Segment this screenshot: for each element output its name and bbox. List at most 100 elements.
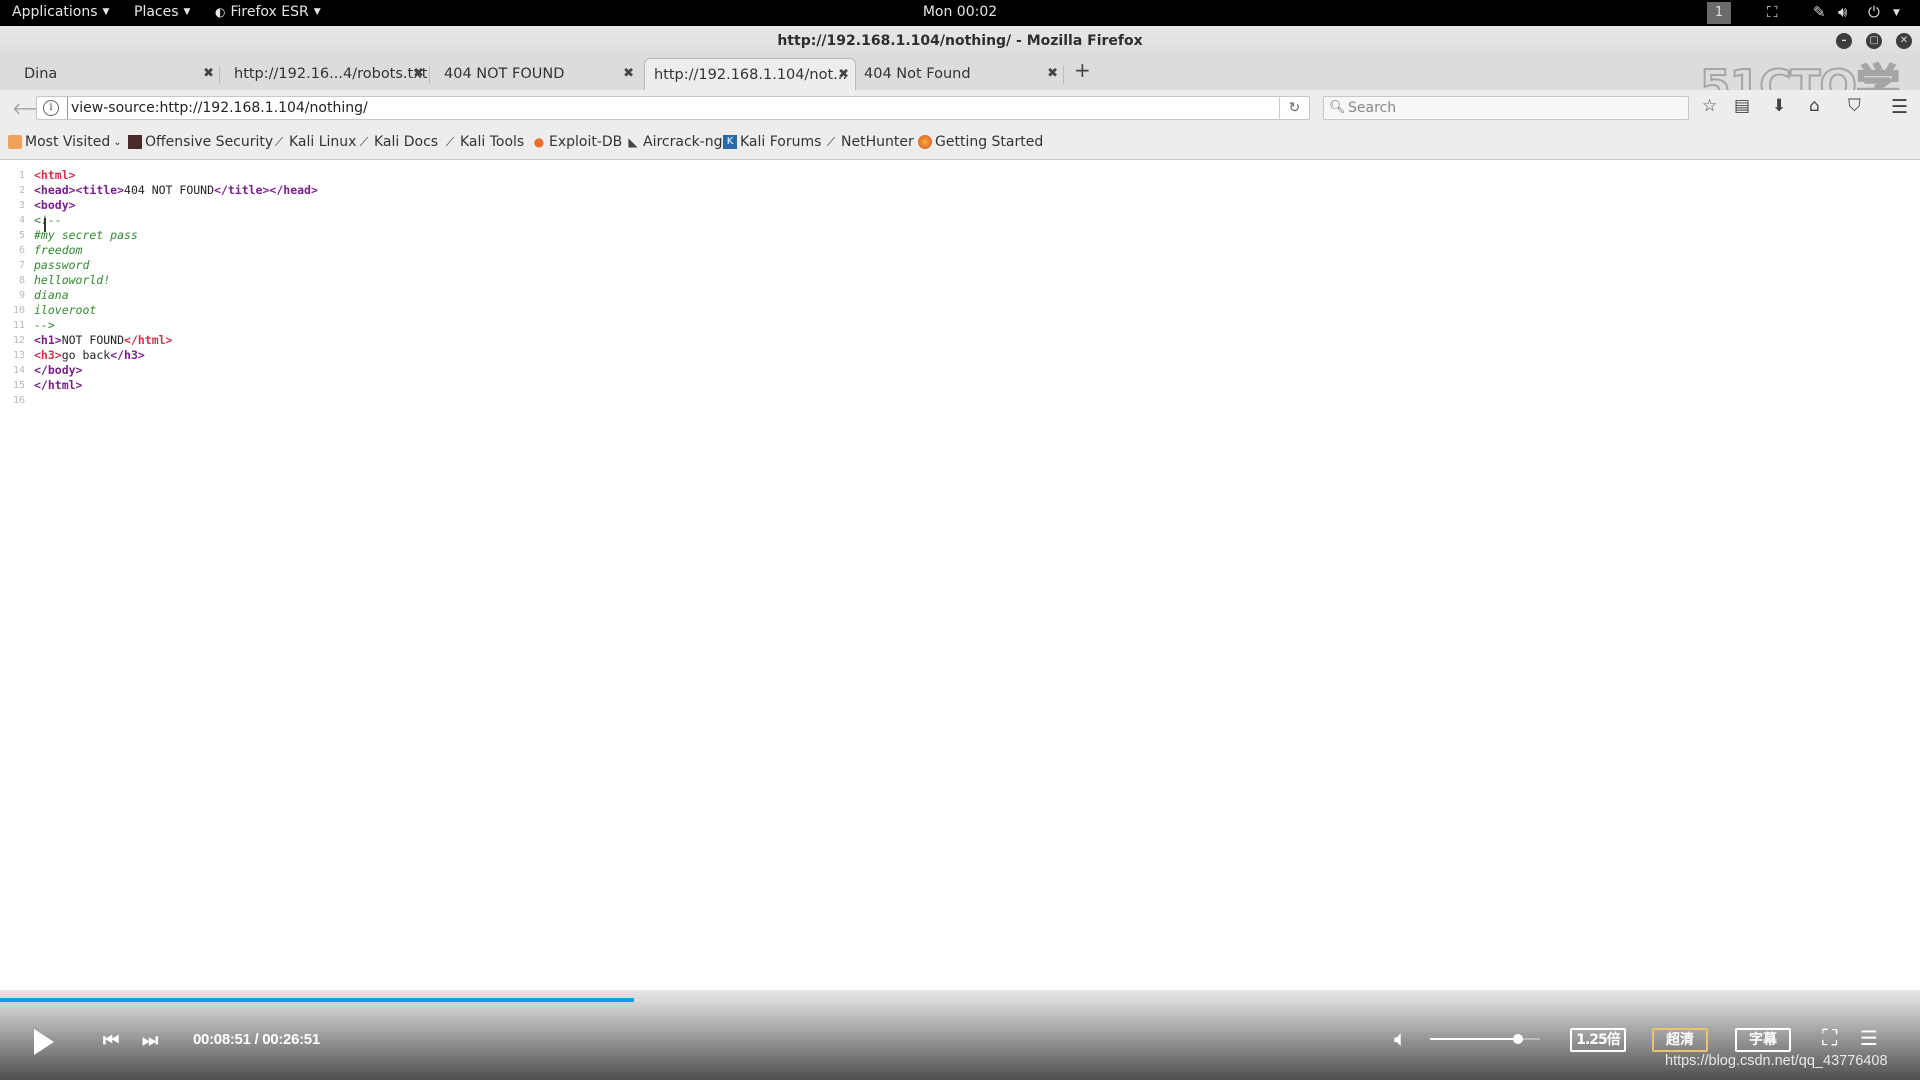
- bookmark-kali-linux[interactable]: ⟋ Kali Linux: [272, 134, 357, 150]
- source-line: 16: [0, 393, 318, 408]
- source-line: 3 <body>: [0, 198, 318, 213]
- close-tab-icon[interactable]: ✖: [203, 58, 214, 90]
- quality-button[interactable]: 超清: [1652, 1028, 1708, 1052]
- caret-down-icon: ▼: [102, 7, 110, 17]
- video-progress-bar[interactable]: [0, 998, 1920, 1002]
- line-number: 2: [18, 185, 25, 196]
- bookmark-kali-tools[interactable]: ⟋ Kali Tools: [443, 134, 524, 150]
- html-tag: </h3>: [110, 348, 145, 362]
- power-icon[interactable]: ⏻: [1868, 3, 1880, 21]
- page-source-view: 1 <html> 2 <head> <title> 404 NOT FOUND </titl…: [0, 160, 1920, 990]
- caret-down-icon[interactable]: ▼: [1893, 8, 1900, 18]
- volume-icon[interactable]: 🔊︎: [1838, 3, 1847, 21]
- previous-icon[interactable]: ⏮: [103, 1030, 119, 1051]
- bookmark-nethunter[interactable]: ⟋ NetHunter: [824, 134, 914, 150]
- text-node: 404 NOT FOUND: [124, 183, 215, 197]
- source-line: 10 iloveroot: [0, 303, 318, 318]
- source-line: 6 freedom: [0, 243, 318, 258]
- tab-404-not-found-upper[interactable]: 404 NOT FOUND ✖: [430, 58, 640, 90]
- bookmark-label: NetHunter: [841, 134, 914, 150]
- tab-label: 404 Not Found: [864, 66, 971, 82]
- video-time: 00:08:51 / 00:26:51: [193, 1031, 320, 1048]
- close-window-button[interactable]: ✕: [1896, 33, 1912, 49]
- playlist-icon[interactable]: ☰: [1860, 1026, 1878, 1050]
- play-icon[interactable]: [34, 1029, 54, 1055]
- bookmark-kali-docs[interactable]: ⟋ Kali Docs: [357, 134, 438, 150]
- volume-icon[interactable]: 🔈︎: [1394, 1027, 1407, 1052]
- tab-dina[interactable]: Dina ✖: [2, 58, 220, 90]
- search-icon: 🔍︎: [1329, 100, 1346, 115]
- source-line: 11 -->: [0, 318, 318, 333]
- line-number: 16: [12, 395, 25, 406]
- volume-slider[interactable]: [1430, 1034, 1540, 1044]
- pocket-icon[interactable]: ⛉: [1848, 96, 1861, 116]
- maximize-button[interactable]: ▢: [1866, 33, 1882, 49]
- line-number: 5: [18, 230, 25, 241]
- home-icon[interactable]: ⌂: [1809, 96, 1820, 116]
- line-number: 14: [12, 365, 25, 376]
- volume-fill: [1430, 1038, 1518, 1040]
- comment-text: #my secret pass: [34, 228, 138, 242]
- bookmark-exploit-db[interactable]: ● Exploit-DB: [532, 134, 623, 150]
- tab-nothing-active[interactable]: http://192.168.1.104/not... ✖: [644, 58, 856, 90]
- line-number: 4: [18, 215, 25, 226]
- tab-404-not-found[interactable]: 404 Not Found ✖: [856, 58, 1064, 90]
- places-menu[interactable]: Places ▼: [134, 4, 190, 20]
- bookmark-most-visited[interactable]: Most Visited ⌄: [8, 134, 122, 150]
- line-number: 3: [18, 200, 25, 211]
- firefox-icon: [918, 135, 932, 149]
- bookmark-getting-started[interactable]: Getting Started: [918, 134, 1043, 150]
- search-placeholder: Search: [1348, 100, 1397, 116]
- line-number: 8: [18, 275, 25, 286]
- bookmark-aircrack-ng[interactable]: ◣ Aircrack-ng: [626, 134, 722, 150]
- line-number: 15: [12, 380, 25, 391]
- site-info-icon[interactable]: i: [43, 100, 59, 116]
- text-node: NOT FOUND: [61, 333, 125, 347]
- reload-icon[interactable]: ↻: [1279, 97, 1309, 119]
- new-tab-button[interactable]: +: [1074, 58, 1091, 82]
- firefox-app-menu[interactable]: ◐ Firefox ESR ▼: [215, 4, 321, 20]
- clock[interactable]: Mon 00:02: [923, 4, 997, 20]
- next-icon[interactable]: ⏭: [142, 1030, 158, 1051]
- bookmark-kali-forums[interactable]: K Kali Forums: [723, 134, 821, 150]
- tab-robots[interactable]: http://192.16...4/robots.txt ✖: [220, 58, 430, 90]
- bookmark-label: Getting Started: [935, 134, 1044, 150]
- html-tag: <h3>: [34, 348, 62, 362]
- aircrack-icon: ◣: [628, 135, 638, 149]
- bookmark-star-icon[interactable]: ☆: [1702, 96, 1717, 116]
- places-label: Places: [134, 4, 179, 20]
- kali-dragon-icon: ⟋: [274, 135, 284, 149]
- exit-fullscreen-icon[interactable]: ⛶: [1822, 1026, 1837, 1051]
- close-tab-icon[interactable]: ✖: [623, 58, 634, 90]
- close-tab-icon[interactable]: ✖: [1047, 58, 1058, 90]
- reading-list-icon[interactable]: ▤: [1734, 96, 1750, 116]
- bookmark-label: Kali Docs: [374, 134, 439, 150]
- close-tab-icon[interactable]: ✖: [838, 59, 849, 91]
- chevron-down-icon: ⌄: [113, 136, 122, 148]
- caret-down-icon: ▼: [313, 7, 321, 17]
- workspace-indicator[interactable]: 1: [1707, 2, 1731, 24]
- bookmark-label: Kali Forums: [740, 134, 822, 150]
- download-icon[interactable]: ⬇: [1772, 96, 1786, 116]
- close-tab-icon[interactable]: ✖: [413, 58, 424, 90]
- url-bar[interactable]: i view-source:http://192.168.1.104/nothi…: [36, 96, 1310, 120]
- applications-menu[interactable]: Applications ▼: [12, 4, 109, 20]
- url-text[interactable]: view-source:http://192.168.1.104/nothing…: [67, 97, 368, 119]
- navigation-bar: 🡐 i view-source:http://192.168.1.104/not…: [0, 90, 1920, 126]
- network-icon[interactable]: ⛶: [1767, 3, 1778, 21]
- minimize-button[interactable]: –: [1836, 33, 1852, 49]
- volume-knob[interactable]: [1513, 1034, 1523, 1044]
- source-line: 4 <!--: [0, 213, 318, 228]
- comment-text: -->: [34, 318, 55, 332]
- source-line: 13 <h3> go back </h3>: [0, 348, 318, 363]
- hamburger-menu-icon[interactable]: ☰: [1891, 96, 1908, 118]
- kali-dragon-icon: ⟋: [359, 135, 369, 149]
- subtitle-button[interactable]: 字幕: [1735, 1028, 1791, 1052]
- pen-icon[interactable]: ✎: [1813, 3, 1826, 21]
- search-input[interactable]: 🔍︎ Search: [1323, 96, 1689, 120]
- bookmark-offensive-security[interactable]: Offensive Security: [128, 134, 273, 150]
- tab-label: http://192.168.1.104/not...: [654, 67, 847, 83]
- comment-text: diana: [34, 288, 69, 302]
- source-line: 9 diana: [0, 288, 318, 303]
- speed-button[interactable]: 1.25倍: [1570, 1028, 1626, 1052]
